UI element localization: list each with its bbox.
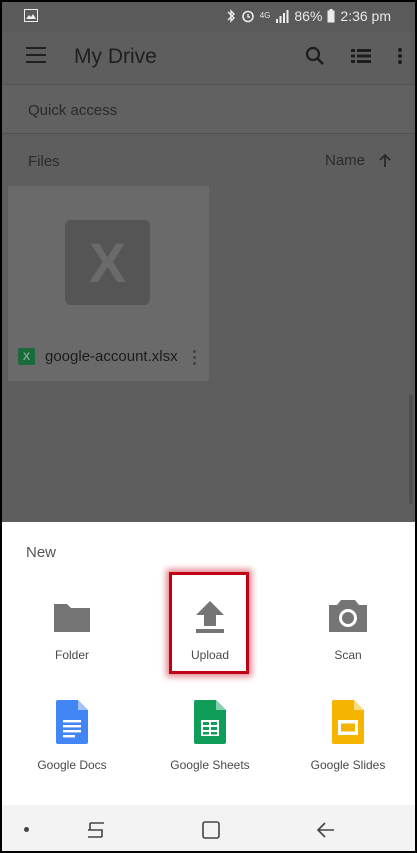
scan-option[interactable]: Scan	[288, 590, 408, 662]
arrow-up-icon	[379, 153, 391, 167]
phone-frame: 4G 86% 2:36 pm My Drive Quick access Fil…	[0, 0, 417, 853]
battery-icon	[327, 9, 335, 23]
option-label: Google Sheets	[170, 758, 250, 772]
bluetooth-icon	[227, 9, 235, 23]
clock: 2:36 pm	[340, 8, 391, 24]
sheet-title: New	[26, 544, 57, 561]
quick-access-label: Quick access	[28, 102, 118, 119]
file-thumbnail: X	[65, 220, 150, 305]
list-view-icon[interactable]	[351, 48, 371, 64]
network-type: 4G	[259, 11, 271, 20]
home-icon[interactable]	[202, 821, 220, 839]
google-slides-icon	[288, 700, 408, 744]
google-sheets-option[interactable]: Google Sheets	[150, 700, 270, 772]
menu-icon[interactable]	[26, 47, 46, 63]
signal-icon	[276, 9, 289, 23]
option-label: Google Docs	[37, 758, 107, 772]
files-header: Files Name	[2, 142, 415, 182]
file-card[interactable]: X X google-account.xlsx	[8, 186, 209, 381]
google-docs-icon	[12, 700, 132, 744]
system-nav-bar	[2, 805, 415, 851]
app-toolbar: My Drive	[2, 32, 415, 84]
more-vert-icon[interactable]	[397, 47, 403, 65]
quick-access-section[interactable]: Quick access	[2, 84, 415, 134]
status-bar: 4G 86% 2:36 pm	[2, 2, 415, 32]
gallery-notification-icon	[24, 9, 38, 25]
sort-control[interactable]: Name	[325, 152, 391, 169]
google-docs-option[interactable]: Google Docs	[12, 700, 132, 772]
battery-percent: 86%	[294, 8, 323, 24]
recent-apps-icon[interactable]	[86, 821, 106, 839]
file-name: google-account.xlsx	[45, 348, 178, 365]
new-folder-option[interactable]: Folder	[12, 590, 132, 662]
google-sheets-icon	[150, 700, 270, 744]
folder-icon	[12, 590, 132, 634]
excel-badge-letter: X	[22, 350, 31, 363]
files-label: Files	[28, 153, 60, 170]
scrollbar[interactable]	[409, 394, 413, 504]
option-label: Google Slides	[310, 758, 386, 772]
upload-highlight-box	[169, 572, 249, 674]
nav-dot-icon[interactable]	[24, 827, 29, 832]
search-icon[interactable]	[305, 46, 325, 66]
status-icons: 4G 86% 2:36 pm	[227, 8, 391, 24]
thumbnail-letter: X	[88, 231, 127, 294]
option-label: Folder	[54, 648, 89, 662]
back-icon[interactable]	[316, 821, 336, 839]
excel-file-icon: X	[18, 348, 35, 365]
google-slides-option[interactable]: Google Slides	[288, 700, 408, 772]
option-label: Scan	[334, 648, 362, 662]
file-more-icon[interactable]	[193, 350, 197, 368]
alarm-icon	[241, 10, 254, 23]
camera-icon	[288, 590, 408, 634]
sort-label: Name	[324, 152, 365, 169]
page-title: My Drive	[74, 45, 157, 68]
